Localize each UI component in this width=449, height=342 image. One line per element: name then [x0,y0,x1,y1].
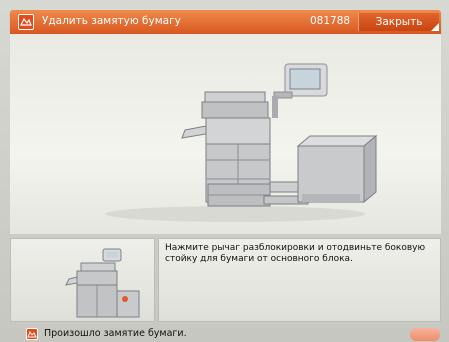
instruction-panel: Нажмите рычаг разблокировки и отодвиньте… [158,238,441,322]
job-number: 081788 [310,15,351,27]
main-illustration-panel [10,34,441,234]
corner-indicator-icon [431,23,439,31]
close-button-label: Закрыть [375,16,423,28]
dialog-title: Удалить замятую бумагу [42,15,181,27]
paper-jam-icon [18,14,34,30]
printer-with-paper-deck-illustration [105,63,378,222]
status-message: Произошло замятие бумаги. [44,328,187,339]
thumbnail-panel [10,238,155,322]
status-monitor-button[interactable] [410,328,440,341]
status-bar: Произошло замятие бумаги. [10,325,441,342]
title-bar: Удалить замятую бумагу 081788 Закрыть [10,10,441,34]
paper-jam-status-icon [26,328,38,340]
close-button[interactable]: Закрыть [358,13,439,31]
printer-thumbnail-icon [65,248,140,318]
instruction-text: Нажмите рычаг разблокировки и отодвиньте… [165,243,426,264]
